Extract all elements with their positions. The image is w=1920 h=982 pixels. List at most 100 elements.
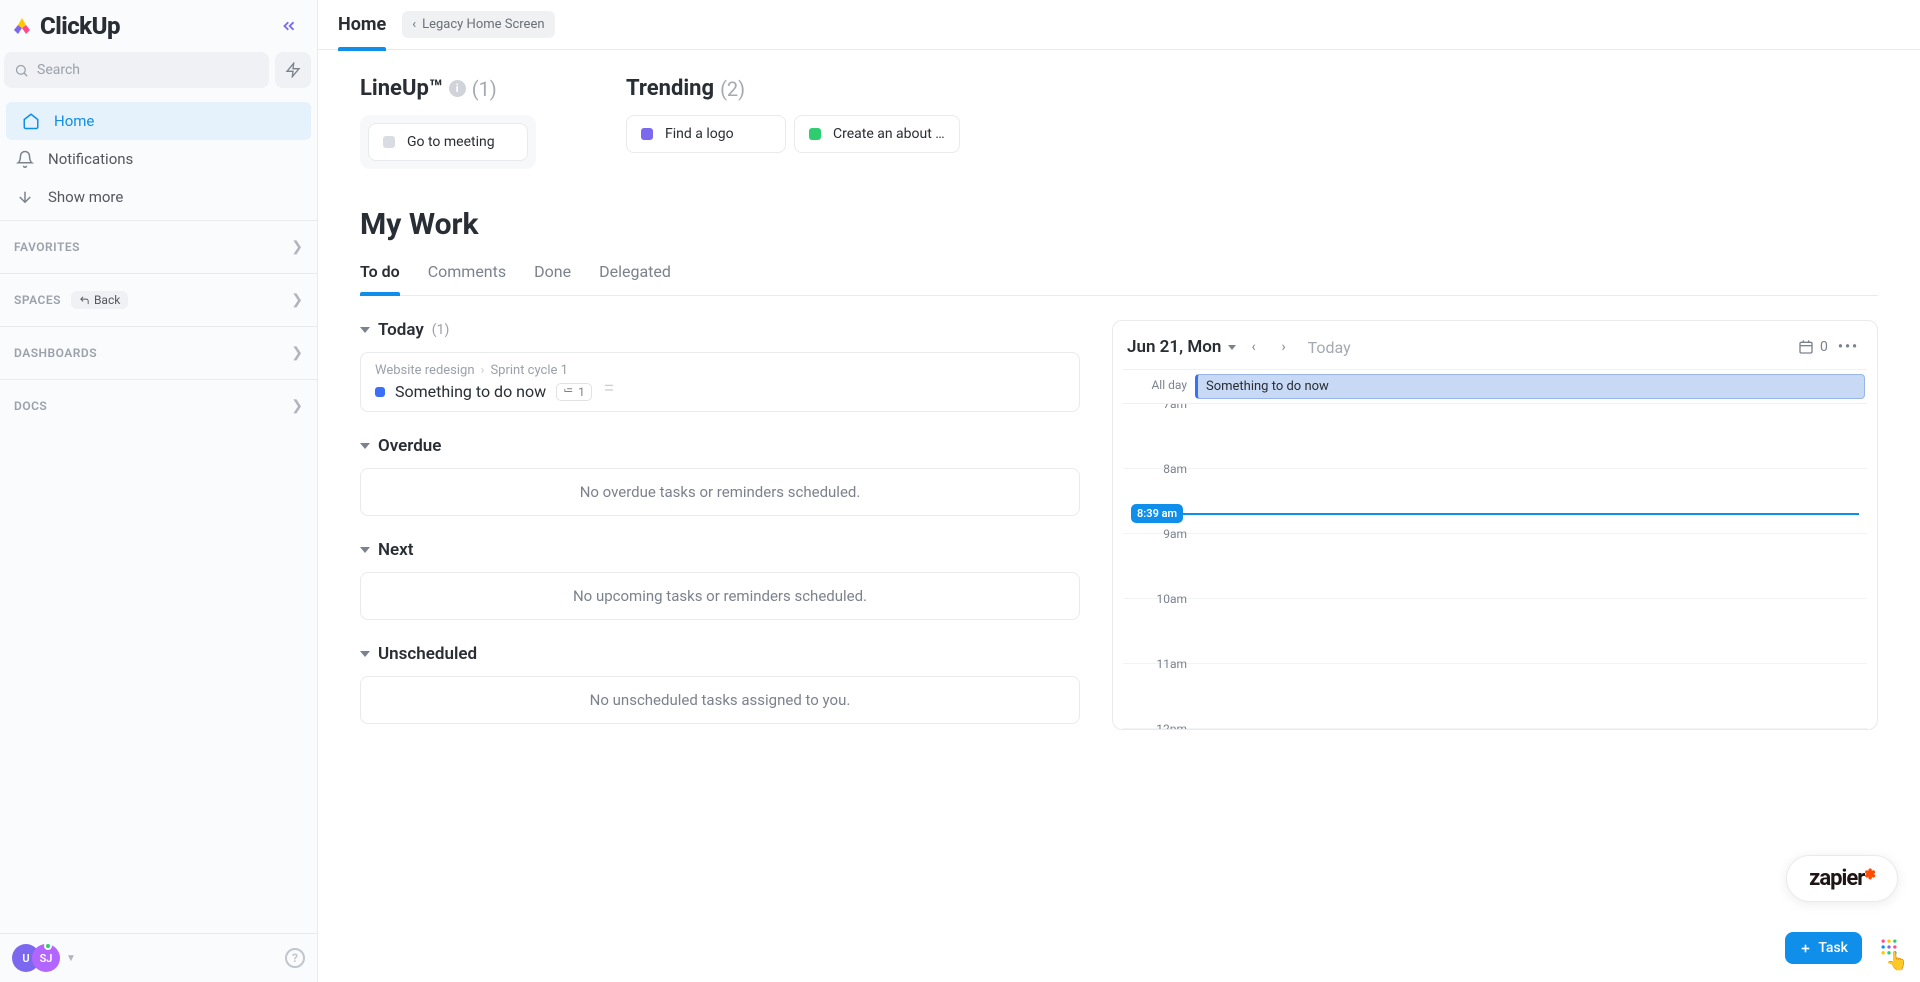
spaces-back-pill[interactable]: Back	[71, 291, 128, 309]
topbar: Home ‹ Legacy Home Screen	[318, 0, 1920, 50]
lineup-title: LineUp™	[360, 76, 443, 101]
tab-delegated[interactable]: Delegated	[599, 262, 671, 295]
section-favorites[interactable]: FAVORITES ❯	[0, 221, 317, 273]
legacy-label: Legacy Home Screen	[422, 17, 544, 32]
chevron-right-icon: ❯	[291, 292, 303, 308]
caret-down-icon	[360, 547, 370, 553]
main-content: Home ‹ Legacy Home Screen LineUp™ i (1)	[318, 0, 1920, 982]
tab-todo[interactable]: To do	[360, 262, 400, 295]
hour-label: 12pm	[1123, 722, 1195, 729]
page-title: Home	[338, 0, 386, 50]
trending-task-1-label: Find a logo	[665, 126, 734, 142]
trending-task-2[interactable]: Create an about …	[794, 115, 960, 153]
status-icon	[809, 128, 821, 140]
current-time-label: 8:39 am	[1131, 504, 1183, 523]
calendar-today-link[interactable]: Today	[1308, 338, 1351, 357]
section-spaces[interactable]: SPACES Back ❯	[0, 274, 317, 326]
hour-label: 9am	[1123, 527, 1195, 591]
trending-section: Trending (2) Find a logo Create an about…	[626, 76, 1878, 169]
breadcrumb-sprint: Sprint cycle 1	[490, 363, 568, 378]
calendar-timegrid[interactable]: 7am 8am 9am 10am 11am 12pm 8:39 am	[1123, 404, 1867, 729]
asterisk-icon: ✽	[1864, 867, 1875, 883]
section-docs[interactable]: DOCS ❯	[0, 380, 317, 432]
zapier-badge[interactable]: zapier✽	[1786, 855, 1898, 902]
group-overdue-header[interactable]: Overdue	[360, 436, 1080, 456]
favorites-label: FAVORITES	[14, 240, 80, 254]
collapse-sidebar-button[interactable]	[275, 12, 303, 40]
calendar-next[interactable]: ›	[1272, 335, 1296, 359]
chevron-down-icon	[1228, 345, 1236, 350]
search-placeholder: Search	[37, 62, 80, 78]
allday-label: All day	[1123, 370, 1195, 403]
trending-title: Trending	[626, 76, 714, 101]
group-unscheduled-header[interactable]: Unscheduled	[360, 644, 1080, 664]
flag-icon	[602, 383, 616, 397]
new-task-button[interactable]: Task	[1785, 932, 1862, 964]
calendar-badge-number: 0	[1820, 339, 1828, 355]
mywork-title: My Work	[360, 207, 1878, 242]
tab-done[interactable]: Done	[534, 262, 571, 295]
hour-label: 7am	[1123, 404, 1195, 461]
help-button[interactable]: ?	[285, 948, 305, 968]
overdue-empty: No overdue tasks or reminders scheduled.	[360, 468, 1080, 516]
current-time-indicator: 8:39 am	[1123, 504, 1859, 523]
calendar-more-button[interactable]: •••	[1834, 339, 1863, 355]
subtask-number: 1	[578, 385, 585, 399]
calendar-date[interactable]: Jun 21, Mon	[1127, 337, 1236, 357]
caret-down-icon	[360, 651, 370, 657]
group-next-header[interactable]: Next	[360, 540, 1080, 560]
calendar-prev[interactable]: ‹	[1242, 335, 1266, 359]
brand-name: ClickUp	[40, 12, 120, 40]
back-label: Back	[94, 293, 120, 307]
new-task-label: Task	[1818, 940, 1848, 956]
legacy-home-button[interactable]: ‹ Legacy Home Screen	[402, 11, 554, 38]
trending-task-2-label: Create an about …	[833, 126, 945, 142]
user-avatars[interactable]: U SJ	[12, 944, 60, 972]
lineup-section: LineUp™ i (1) Go to meeting	[360, 76, 536, 169]
grid-icon	[1879, 937, 1899, 957]
group-overdue-title: Overdue	[378, 436, 441, 456]
group-today-count: (1)	[432, 322, 450, 338]
apps-grid-button[interactable]	[1872, 930, 1906, 964]
tab-comments[interactable]: Comments	[428, 262, 506, 295]
status-icon	[383, 136, 395, 148]
chevron-left-icon: ‹	[412, 17, 416, 32]
plus-icon	[1799, 942, 1812, 955]
calendar-unscheduled-count[interactable]: 0	[1798, 339, 1828, 355]
chevron-right-icon: ›	[481, 363, 485, 378]
subtask-count[interactable]: 1	[556, 383, 592, 401]
task-breadcrumb: Website redesign › Sprint cycle 1	[375, 363, 1065, 378]
calendar-icon	[1798, 339, 1814, 355]
group-today-title: Today	[378, 320, 424, 340]
lineup-task-chip[interactable]: Go to meeting	[368, 123, 528, 161]
quick-action-button[interactable]	[275, 52, 311, 88]
nav-home[interactable]: Home	[6, 102, 311, 140]
allday-event[interactable]: Something to do now	[1195, 374, 1865, 399]
section-dashboards[interactable]: DASHBOARDS ❯	[0, 327, 317, 379]
status-icon	[641, 128, 653, 140]
lightning-icon	[285, 62, 301, 78]
group-today-header[interactable]: Today (1)	[360, 320, 1080, 340]
lineup-count: (1)	[472, 77, 497, 101]
unscheduled-empty: No unscheduled tasks assigned to you.	[360, 676, 1080, 724]
home-icon	[22, 112, 40, 130]
bell-icon	[16, 150, 34, 168]
brand-logo[interactable]: ClickUp	[10, 12, 120, 40]
nav-home-label: Home	[54, 112, 94, 130]
dashboards-label: DASHBOARDS	[14, 346, 97, 360]
search-input[interactable]: Search	[4, 52, 269, 88]
nav-show-more[interactable]: Show more	[0, 178, 317, 216]
avatar-dropdown-icon[interactable]: ▼	[66, 953, 76, 964]
nav-notifications-label: Notifications	[48, 150, 133, 168]
calendar-widget: Jun 21, Mon ‹ › Today 0 •••	[1112, 320, 1878, 730]
info-icon[interactable]: i	[449, 80, 466, 97]
chevron-right-icon: ❯	[291, 398, 303, 414]
nav-show-more-label: Show more	[48, 188, 123, 206]
search-icon	[14, 63, 29, 78]
priority-icon[interactable]	[602, 382, 616, 401]
spaces-label: SPACES	[14, 293, 61, 307]
task-card[interactable]: Website redesign › Sprint cycle 1 Someth…	[360, 352, 1080, 412]
nav-notifications[interactable]: Notifications	[0, 140, 317, 178]
clickup-logo-icon	[10, 14, 34, 38]
trending-task-1[interactable]: Find a logo	[626, 115, 786, 153]
